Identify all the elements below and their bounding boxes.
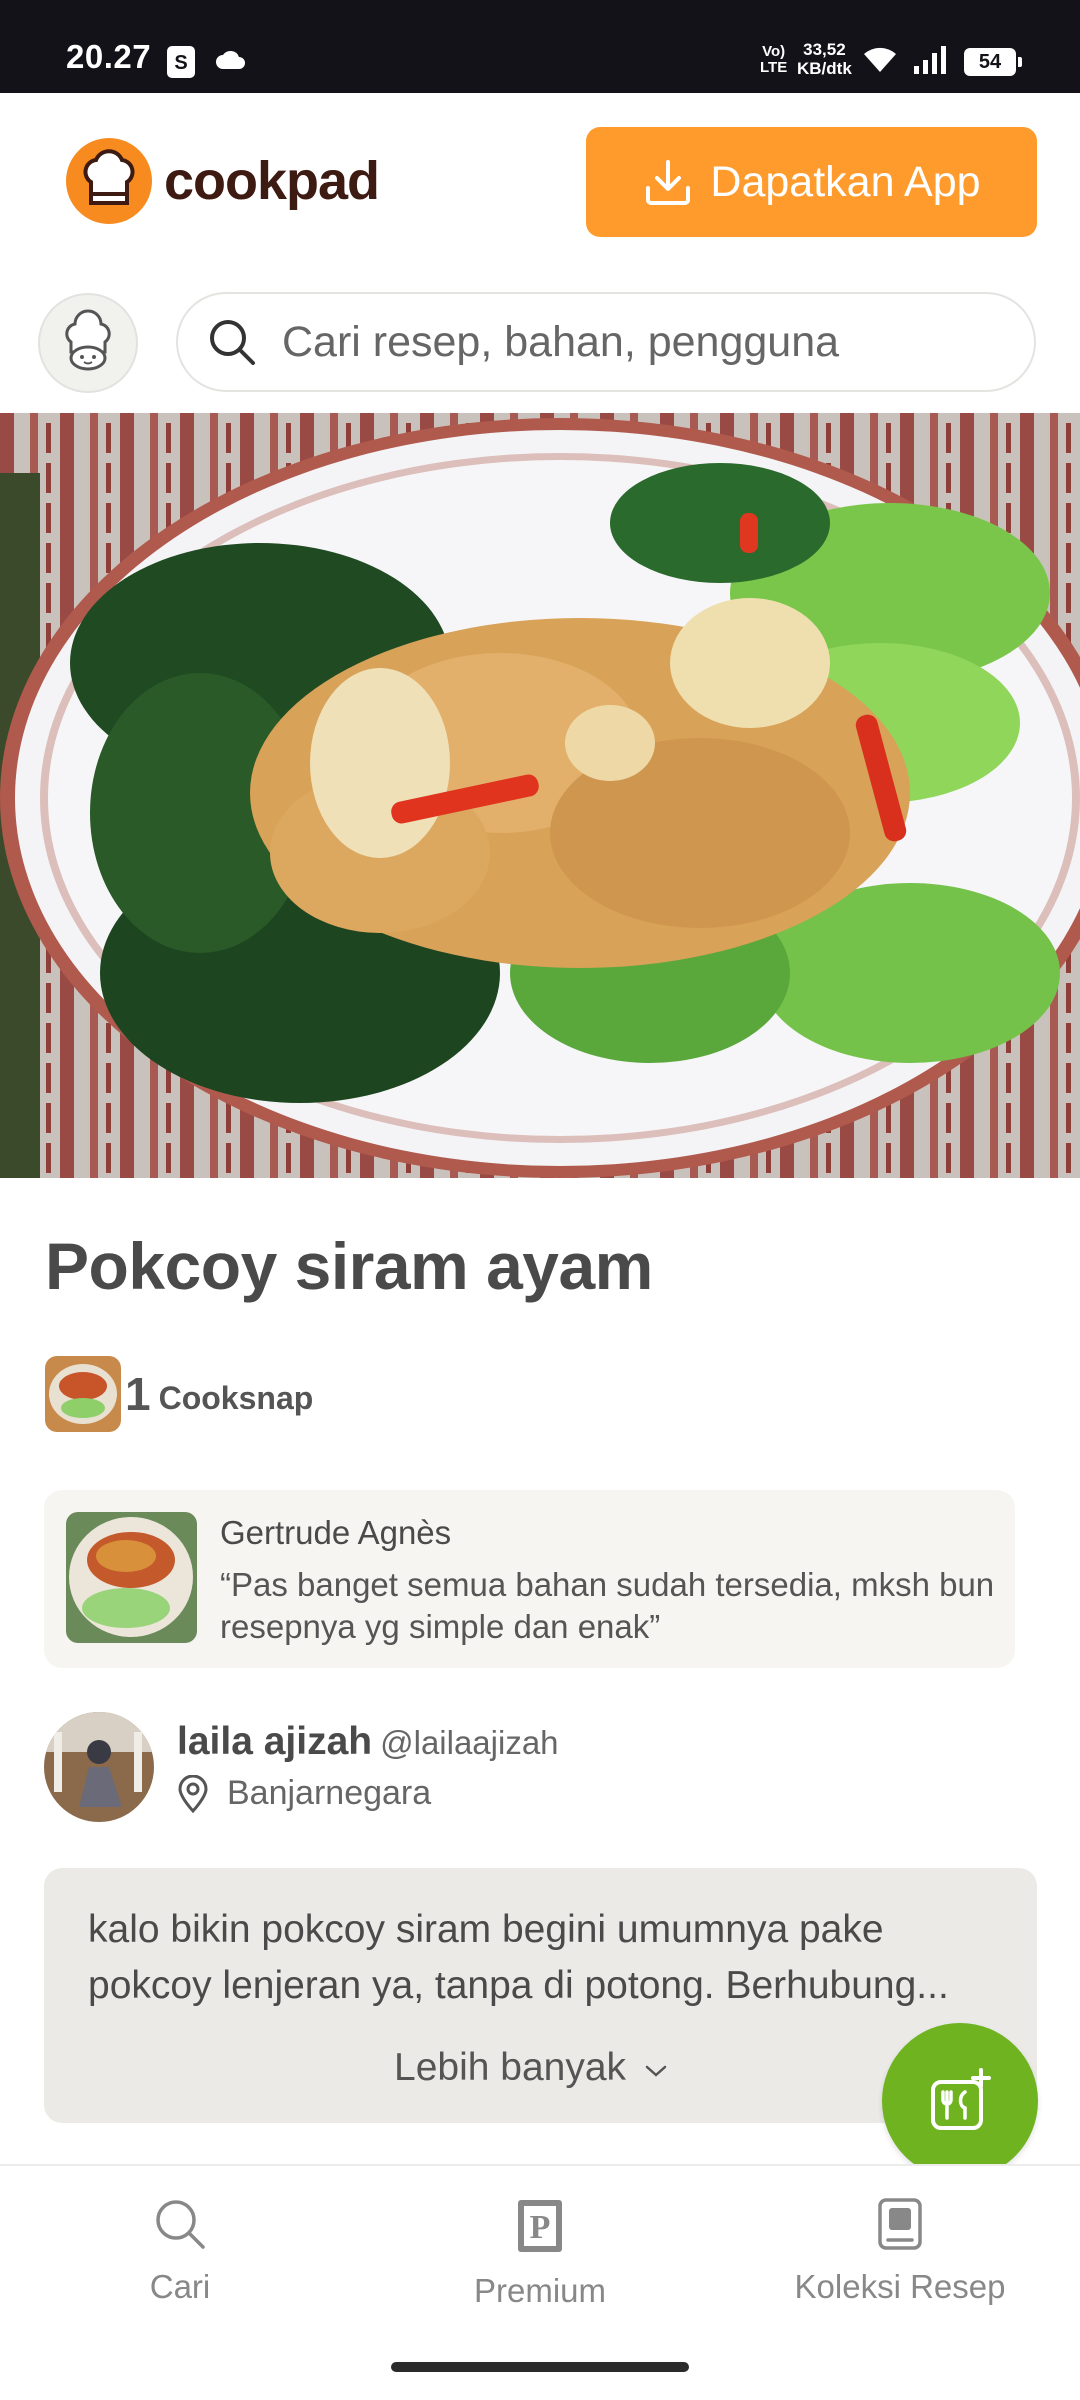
cookpad-logo[interactable]: cookpad [66, 138, 380, 224]
read-more-button[interactable]: Lebih banyak [394, 2046, 668, 2090]
review-photo [66, 1512, 197, 1643]
nav-premium[interactable]: P Premium [390, 2196, 690, 2310]
cooksnap-thumbnail [45, 1356, 121, 1432]
add-recipe-icon [931, 2068, 991, 2130]
status-time: 20.27 [66, 38, 152, 75]
cooksnap-count: 1 [125, 1368, 151, 1420]
nav-search[interactable]: Cari [30, 2196, 330, 2306]
battery-icon: 54 [964, 48, 1022, 76]
search-icon [156, 2200, 205, 2249]
wifi-icon [864, 47, 896, 72]
recipe-description: kalo bikin pokcoy siram begini umumnya p… [88, 1908, 949, 2007]
author-handle: @lailaajizah [380, 1724, 559, 1761]
signal-icon [914, 46, 946, 74]
chef-avatar-icon [65, 309, 111, 371]
author-location: Banjarnegara [177, 1774, 431, 1813]
search-bar[interactable] [176, 292, 1036, 392]
read-more-label: Lebih banyak [394, 2046, 627, 2089]
author-name[interactable]: laila ajizah @lailaajizah [177, 1720, 559, 1764]
author-avatar[interactable] [44, 1712, 154, 1822]
home-indicator[interactable] [391, 2362, 689, 2372]
recipe-hero-image[interactable] [0, 413, 1080, 1178]
shopee-icon: S [167, 46, 195, 78]
get-app-label: Dapatkan App [710, 157, 981, 206]
nav-search-label: Cari [149, 2268, 211, 2305]
nav-premium-label: Premium [473, 2272, 607, 2309]
cloud-icon [216, 50, 245, 69]
get-app-button[interactable]: Dapatkan App [586, 127, 1037, 237]
chevron-down-icon [645, 2065, 667, 2077]
review-text: “Pas banget semua bahan sudah tersedia, … [220, 1566, 995, 1645]
recipe-title: Pokcoy siram ayam [45, 1229, 653, 1303]
add-recipe-fab[interactable] [882, 2023, 1038, 2179]
status-bar: 20.27 S Vo) LTE 33,52 KB/dtk 54 [0, 0, 1080, 93]
nav-collection-label: Koleksi Resep [794, 2268, 1006, 2305]
chef-hat-icon [66, 138, 152, 224]
cooksnap-label: Cooksnap [158, 1379, 314, 1416]
cooksnap-summary[interactable]: 1 Cooksnap [45, 1356, 313, 1432]
user-avatar-button[interactable] [38, 293, 138, 393]
review-author: Gertrude Agnès [220, 1514, 452, 1551]
bookmark-icon [878, 2198, 922, 2250]
location-text: Banjarnegara [227, 1774, 432, 1812]
location-pin-icon [178, 1774, 208, 1813]
download-icon [646, 160, 691, 205]
network-speed: 33,52 KB/dtk [797, 40, 852, 78]
premium-icon: P [518, 2200, 562, 2252]
volte-indicator: Vo) LTE [760, 43, 788, 76]
search-icon [210, 320, 255, 365]
recipe-author[interactable]: laila ajizah @lailaajizah Banjarnegara [44, 1712, 1044, 1827]
app-header: cookpad Dapatkan App [0, 93, 1080, 273]
svg-text:P: P [530, 2209, 551, 2246]
cooksnap-review-card[interactable]: Gertrude Agnès “Pas banget semua bahan s… [44, 1490, 1015, 1668]
author-name-text: laila ajizah [177, 1720, 373, 1763]
logo-text: cookpad [164, 151, 380, 211]
search-input[interactable] [282, 317, 1002, 367]
nav-collection[interactable]: Koleksi Resep [750, 2196, 1050, 2306]
